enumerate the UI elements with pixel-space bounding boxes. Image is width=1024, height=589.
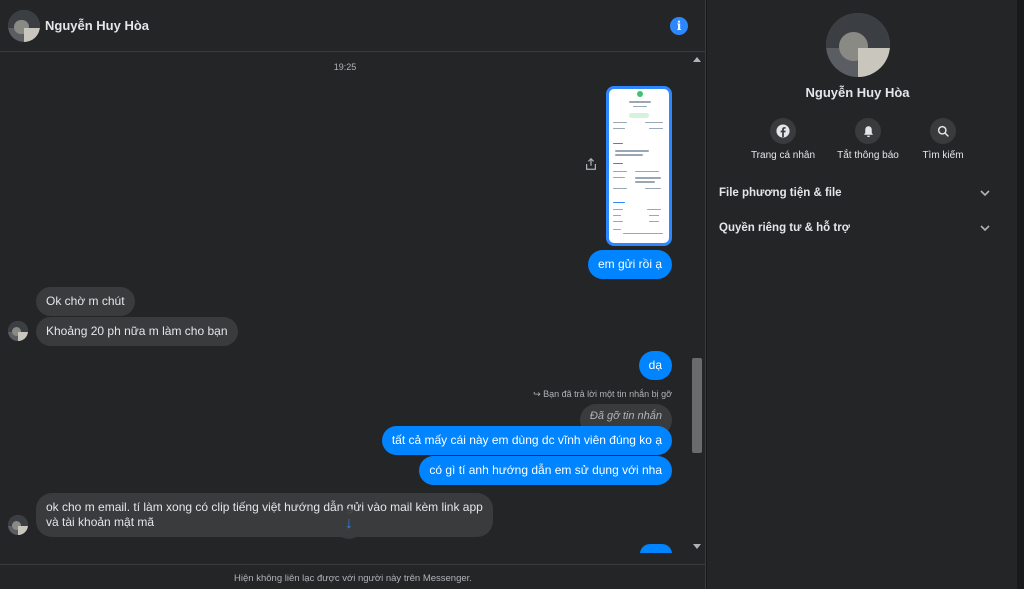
privacy-support-section[interactable]: Quyền riêng tư & hỗ trợ bbox=[719, 222, 991, 242]
message-bubble-incoming[interactable]: ok cho m email. tí làm xong có clip tiến… bbox=[36, 493, 493, 537]
reply-note-text: Bạn đã trả lời một tin nhắn bị gỡ bbox=[543, 389, 672, 399]
share-icon[interactable] bbox=[584, 157, 598, 171]
side-contact-name: Nguyễn Huy Hòa bbox=[805, 85, 910, 100]
message-line: ok cho m email. tí làm xong có clip tiến… bbox=[46, 500, 483, 514]
scrollbar-thumb[interactable] bbox=[692, 358, 702, 453]
contact-avatar-small bbox=[8, 515, 28, 535]
scroll-down-triangle-icon[interactable] bbox=[693, 544, 701, 549]
search-icon bbox=[930, 118, 956, 144]
messenger-app: Nguyễn Huy Hòa i 19:25 em gửi rồi ạ Ok c… bbox=[0, 0, 1024, 589]
action-label: Tìm kiếm bbox=[922, 150, 964, 161]
window-edge bbox=[1017, 0, 1024, 589]
conversation-info-panel: Nguyễn Huy Hòa Trang cá nhân Tắt thông b… bbox=[707, 0, 1024, 589]
message-bubble-outgoing-partial[interactable] bbox=[640, 544, 672, 553]
info-icon[interactable]: i bbox=[670, 17, 688, 35]
contact-avatar-large[interactable] bbox=[826, 13, 890, 77]
chat-pane: Nguyễn Huy Hòa i 19:25 em gửi rồi ạ Ok c… bbox=[0, 0, 706, 589]
section-label: File phương tiện & file bbox=[719, 187, 842, 199]
bell-icon bbox=[855, 118, 881, 144]
message-bubble-incoming[interactable]: Ok chờ m chút bbox=[36, 287, 135, 316]
scrollbar[interactable] bbox=[690, 53, 704, 553]
message-bubble-incoming[interactable]: Khoảng 20 ph nữa m làm cho bạn bbox=[36, 317, 238, 346]
section-label: Quyền riêng tư & hỗ trợ bbox=[719, 222, 850, 234]
message-bubble-outgoing[interactable]: có gì tí anh hướng dẫn em sử dụng với nh… bbox=[419, 456, 672, 485]
message-bubble-outgoing[interactable]: dạ bbox=[638, 351, 672, 380]
footer-notice: Hiện không liên lạc được với người này t… bbox=[0, 564, 706, 589]
facebook-icon bbox=[770, 118, 796, 144]
media-files-section[interactable]: File phương tiện & file bbox=[719, 187, 991, 207]
scroll-up-arrow-icon[interactable] bbox=[693, 57, 701, 62]
profile-button[interactable]: Trang cá nhân bbox=[738, 118, 828, 161]
image-attachment[interactable] bbox=[606, 86, 672, 246]
contact-avatar-small bbox=[8, 321, 28, 341]
search-button[interactable]: Tìm kiếm bbox=[898, 118, 988, 161]
message-bubble-outgoing[interactable]: tất cả mấy cái này em dùng dc vĩnh viên … bbox=[381, 426, 672, 455]
action-label: Trang cá nhân bbox=[750, 150, 816, 161]
contact-avatar[interactable] bbox=[8, 10, 40, 42]
message-bubble-outgoing[interactable]: em gửi rồi ạ bbox=[587, 250, 672, 279]
chevron-down-icon bbox=[980, 225, 990, 232]
action-row: Trang cá nhân Tắt thông báo Tìm kiếm bbox=[707, 118, 1008, 168]
contact-name[interactable]: Nguyễn Huy Hòa bbox=[45, 18, 149, 33]
chevron-down-icon bbox=[980, 190, 990, 197]
reply-note: ↪ Bạn đã trả lời một tin nhắn bị gỡ bbox=[533, 389, 672, 399]
message-line: và tài khoản mật mã bbox=[46, 515, 155, 529]
chat-header: Nguyễn Huy Hòa i bbox=[0, 0, 706, 52]
timestamp: 19:25 bbox=[333, 62, 357, 72]
message-list[interactable]: 19:25 em gửi rồi ạ Ok chờ m chút Khoảng … bbox=[0, 53, 690, 553]
scroll-down-arrow-icon[interactable]: ↓ bbox=[334, 509, 364, 539]
